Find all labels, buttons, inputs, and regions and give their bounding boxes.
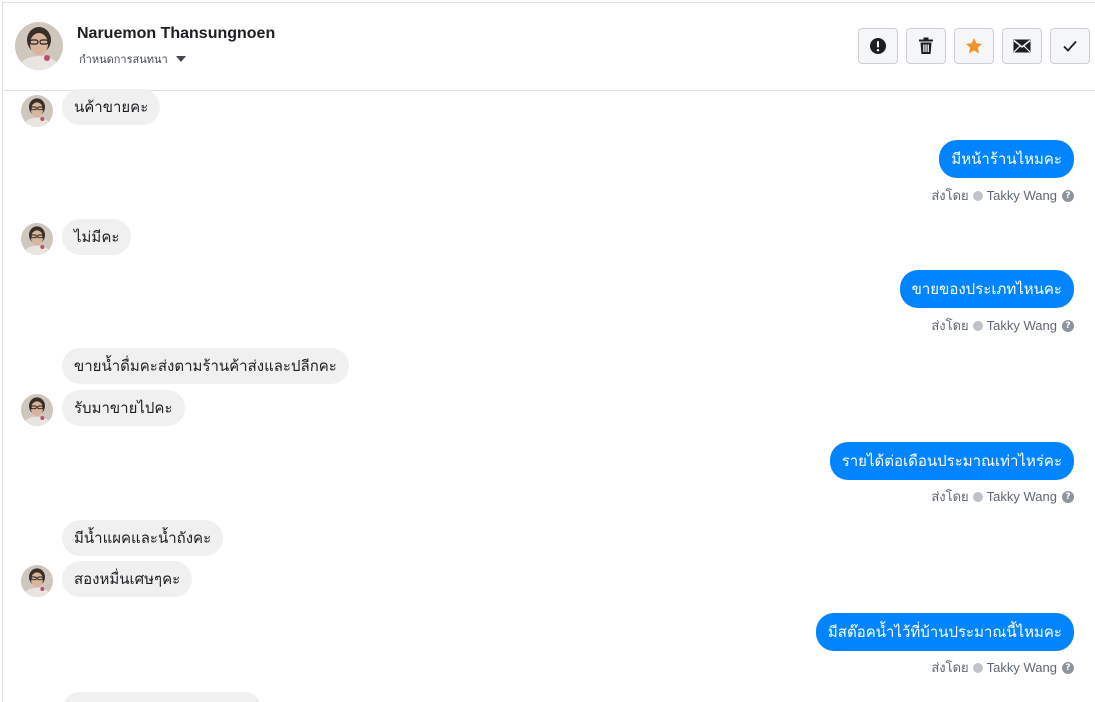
agent-name[interactable]: Takky Wang (987, 489, 1057, 504)
caret-down-icon (175, 56, 186, 62)
contact-avatar-small (21, 394, 53, 426)
verified-icon (972, 190, 983, 201)
help-icon[interactable]: ? (1062, 661, 1074, 674)
conversation-panel: Naruemon Thansungnoen กำหนดการสนทนา นค้า… (2, 2, 1095, 702)
contact-avatar-small (21, 565, 53, 597)
help-icon[interactable]: ? (1062, 319, 1074, 332)
contact-avatar-small (21, 223, 53, 255)
sent-by-line: ส่งโดย Takky Wang ? (931, 486, 1074, 507)
contact-name[interactable]: Naruemon Thansungnoen (77, 25, 275, 43)
mark-unread-button[interactable] (1002, 28, 1042, 64)
sent-by-label: ส่งโดย (931, 660, 969, 675)
star-button[interactable] (954, 28, 994, 64)
outgoing-message[interactable]: มีหน้าร้านไหมคะ (939, 140, 1074, 178)
sent-by-label: ส่งโดย (931, 318, 969, 333)
outgoing-message[interactable]: รายได้ต่อเดือนประมาณเท่าไหร่คะ (829, 442, 1074, 480)
incoming-message[interactable]: ขายน้ำดื่มคะส่งตามร้านค้าส่งและปลีกคะ (62, 348, 349, 384)
help-icon[interactable]: ? (1062, 490, 1074, 503)
incoming-message[interactable]: รับมาขายไปคะ (62, 390, 185, 426)
outgoing-message[interactable]: ขายของประเภทไหนคะ (899, 270, 1074, 308)
star-icon (966, 38, 982, 54)
delete-button[interactable] (906, 28, 946, 64)
agent-name[interactable]: Takky Wang (987, 318, 1057, 333)
trash-icon (919, 37, 933, 54)
verified-icon (972, 320, 983, 331)
envelope-icon (1013, 39, 1031, 53)
conversation-settings-label: กำหนดการสนทนา (79, 53, 168, 66)
conversation-header: Naruemon Thansungnoen กำหนดการสนทนา (3, 3, 1095, 91)
verified-icon (972, 491, 983, 502)
agent-name[interactable]: Takky Wang (987, 660, 1057, 675)
sent-by-line: ส่งโดย Takky Wang ? (931, 315, 1074, 336)
verified-icon (972, 662, 983, 673)
incoming-message-partial[interactable] (62, 692, 262, 702)
outgoing-message[interactable]: มีสต๊อคน้ำไว้ที่บ้านประมาณนี้ไหมคะ (815, 613, 1074, 651)
incoming-message[interactable]: ไม่มีคะ (62, 219, 132, 255)
mark-done-button[interactable] (1050, 28, 1090, 64)
contact-avatar-small (21, 95, 53, 127)
incoming-message[interactable]: สองหมื่นเศษๆคะ (62, 561, 193, 597)
help-icon[interactable]: ? (1062, 189, 1074, 202)
spam-icon (870, 38, 886, 54)
sent-by-label: ส่งโดย (931, 188, 969, 203)
contact-avatar[interactable] (15, 22, 63, 70)
check-icon (1063, 40, 1077, 52)
incoming-message[interactable]: นค้าขายคะ (62, 89, 161, 125)
sent-by-line: ส่งโดย Takky Wang ? (931, 657, 1074, 678)
mark-spam-button[interactable] (858, 28, 898, 64)
message-thread: นค้าขายคะ มีหน้าร้านไหมคะ ส่งโดย Takky W… (3, 89, 1095, 702)
header-actions (850, 28, 1090, 64)
conversation-settings-dropdown[interactable]: กำหนดการสนทนา (79, 50, 186, 68)
incoming-message[interactable]: มีน้ำแผคและน้ำถังคะ (62, 520, 224, 556)
sent-by-label: ส่งโดย (931, 489, 969, 504)
sent-by-line: ส่งโดย Takky Wang ? (931, 185, 1074, 206)
agent-name[interactable]: Takky Wang (987, 188, 1057, 203)
